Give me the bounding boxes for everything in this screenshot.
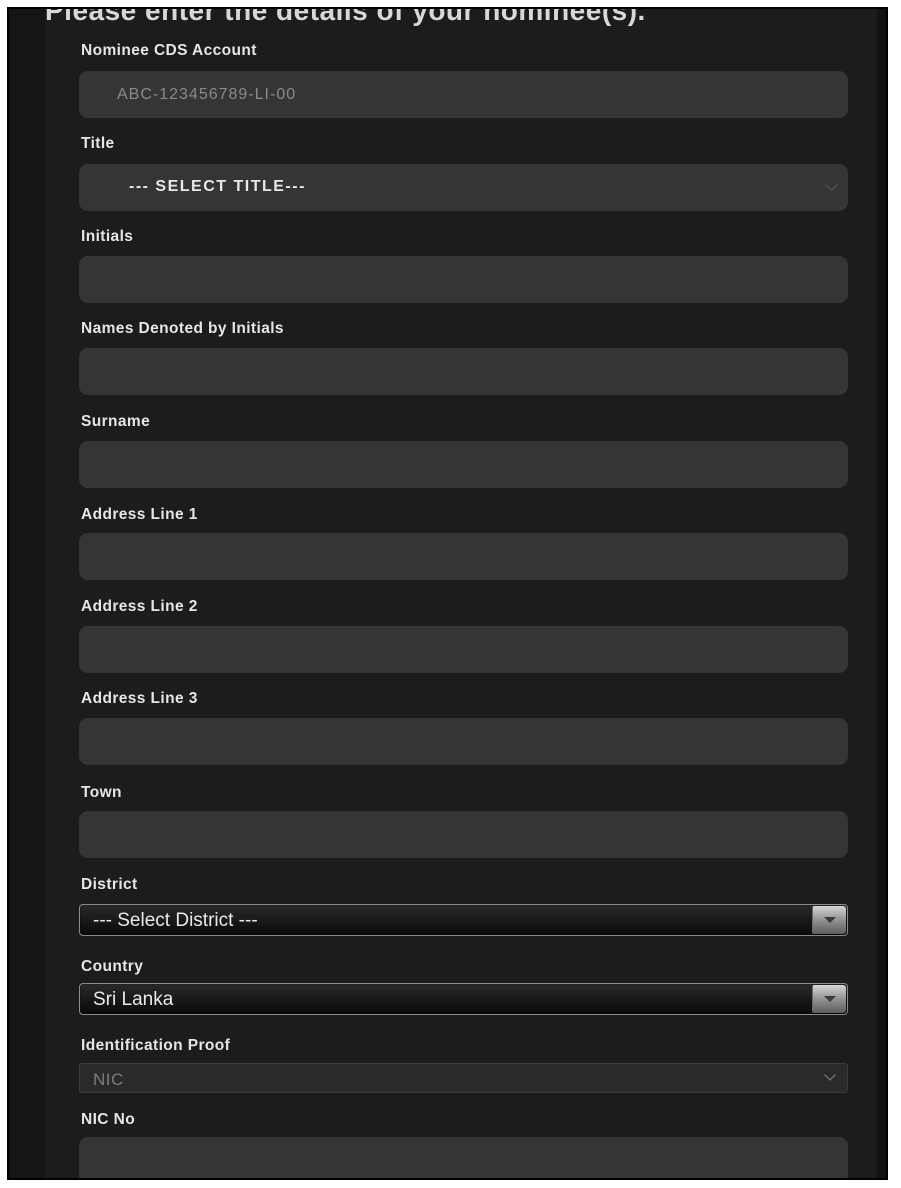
country-select[interactable]: Sri Lanka: [79, 983, 848, 1015]
nic-no-label: NIC No: [81, 1111, 136, 1128]
initials-label: Initials: [81, 228, 134, 245]
title-select[interactable]: --- SELECT TITLE---: [79, 164, 848, 211]
nic-no-input[interactable]: [79, 1137, 848, 1178]
country-label: Country: [81, 958, 144, 975]
address-line-3-input[interactable]: [79, 718, 848, 765]
address-line-2-label: Address Line 2: [81, 598, 198, 615]
title-label: Title: [81, 135, 115, 152]
form-heading: Please enter the details of your nominee…: [45, 7, 646, 26]
address-line-2-input[interactable]: [79, 626, 848, 673]
page-frame: Please enter the details of your nominee…: [7, 7, 888, 1180]
identification-proof-value: NIC: [93, 1070, 124, 1089]
district-dropdown-button[interactable]: [812, 906, 846, 934]
names-denoted-by-initials-label: Names Denoted by Initials: [81, 320, 284, 337]
chevron-down-icon: [825, 178, 838, 191]
country-dropdown-button[interactable]: [812, 985, 846, 1013]
town-label: Town: [81, 784, 122, 801]
address-line-1-input[interactable]: [79, 533, 848, 580]
triangle-down-icon: [824, 917, 836, 923]
chevron-down-icon: [824, 1069, 836, 1081]
surname-label: Surname: [81, 413, 151, 430]
address-line-3-label: Address Line 3: [81, 690, 198, 707]
address-line-1-label: Address Line 1: [81, 506, 198, 523]
district-select-value: --- Select District ---: [93, 910, 258, 931]
triangle-down-icon: [824, 996, 836, 1002]
names-denoted-by-initials-input[interactable]: [79, 348, 848, 395]
nominee-cds-account-input[interactable]: [79, 71, 848, 118]
initials-input[interactable]: [79, 256, 848, 303]
surname-input[interactable]: [79, 441, 848, 488]
district-select[interactable]: --- Select District ---: [79, 904, 848, 936]
country-select-value: Sri Lanka: [93, 989, 174, 1010]
nominee-cds-account-label: Nominee CDS Account: [81, 42, 257, 59]
identification-proof-label: Identification Proof: [81, 1037, 231, 1054]
panel-right-edge: [877, 9, 886, 1178]
identification-proof-select: NIC: [79, 1063, 848, 1093]
title-select-value: --- SELECT TITLE---: [129, 178, 306, 195]
town-input[interactable]: [79, 811, 848, 858]
district-label: District: [81, 876, 138, 893]
